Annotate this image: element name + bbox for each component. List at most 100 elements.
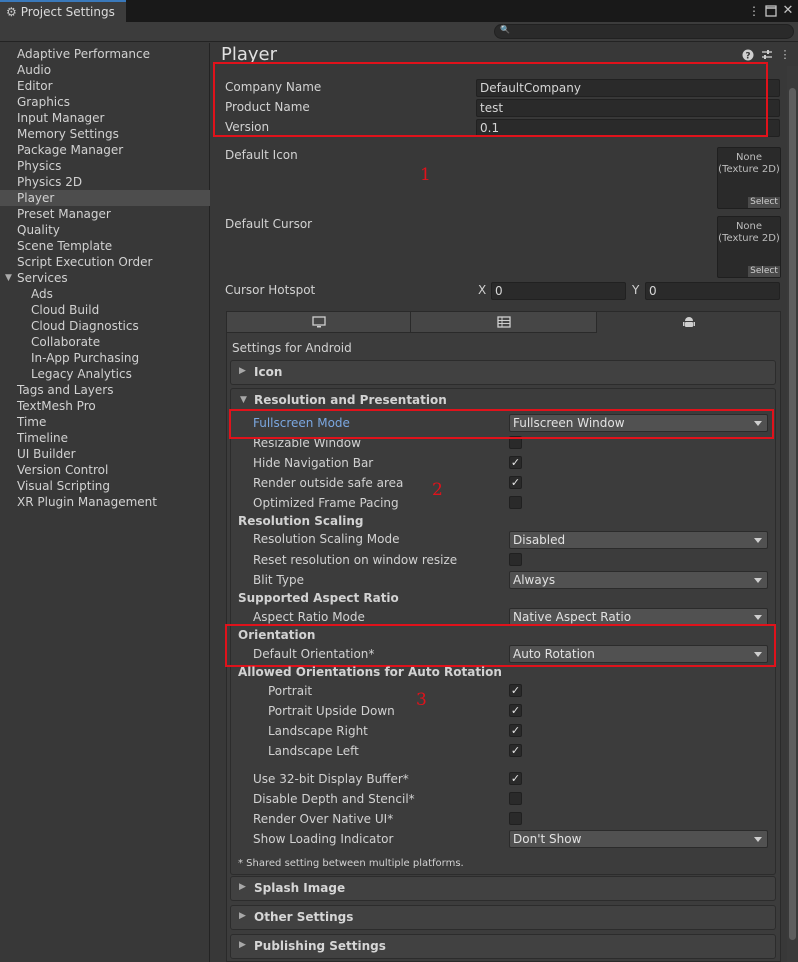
help-icon[interactable]: ? xyxy=(742,49,754,62)
optimized-pacing-label: Optimized Frame Pacing xyxy=(253,496,399,510)
resolution-section-title[interactable]: Resolution and Presentation xyxy=(254,393,447,407)
presets-icon[interactable] xyxy=(761,49,773,61)
sidebar-item-label: Version Control xyxy=(17,463,109,477)
sidebar-item[interactable]: Scene Template xyxy=(0,238,210,254)
hotspot-x-field[interactable]: 0 xyxy=(491,282,626,300)
more-vert-icon[interactable]: ⋮ xyxy=(779,49,791,61)
reset-resolution-checkbox[interactable] xyxy=(509,553,522,566)
select-button[interactable]: Select xyxy=(748,266,780,277)
dropdown-caret-icon xyxy=(754,538,762,543)
hide-nav-bar-checkbox[interactable]: ✓ xyxy=(509,456,522,469)
maximize-icon[interactable] xyxy=(764,2,778,20)
sidebar-item[interactable]: Timeline xyxy=(0,430,210,446)
android-icon xyxy=(597,312,780,335)
aspect-ratio-header: Supported Aspect Ratio xyxy=(238,591,399,605)
default-cursor-label: Default Cursor xyxy=(225,217,313,231)
icon-section-title: Icon xyxy=(254,365,283,379)
sidebar-item-label: Timeline xyxy=(17,431,69,445)
texture-none-text: None xyxy=(735,152,763,163)
landscape-right-checkbox[interactable]: ✓ xyxy=(509,724,522,737)
other-settings-foldout[interactable]: ▶ Other Settings xyxy=(230,905,776,930)
sidebar-item[interactable]: TextMesh Pro xyxy=(0,398,210,414)
sidebar-item-label: Audio xyxy=(17,63,52,77)
annotation-label-3: 3 xyxy=(416,690,427,710)
portrait-checkbox[interactable]: ✓ xyxy=(509,684,522,697)
chevron-down-icon[interactable]: ▼ xyxy=(5,270,12,286)
sidebar-item[interactable]: Collaborate xyxy=(0,334,210,350)
dropdown-caret-icon xyxy=(754,578,762,583)
sidebar-item[interactable]: Memory Settings xyxy=(0,126,210,142)
tab-standalone[interactable] xyxy=(226,311,411,333)
sidebar-item-label: Visual Scripting xyxy=(17,479,110,493)
sidebar-item[interactable]: Version Control xyxy=(0,462,210,478)
default-icon-picker[interactable]: None (Texture 2D) Select xyxy=(717,147,781,209)
loading-indicator-label: Show Loading Indicator xyxy=(253,832,394,846)
annotation-box-1 xyxy=(213,62,768,137)
sidebar-item[interactable]: Physics xyxy=(0,158,210,174)
sidebar-item[interactable]: Legacy Analytics xyxy=(0,366,210,382)
sidebar-item[interactable]: Physics 2D xyxy=(0,174,210,190)
shared-setting-note: * Shared setting between multiple platfo… xyxy=(238,858,464,869)
sidebar-item[interactable]: Package Manager xyxy=(0,142,210,158)
icon-foldout[interactable]: ▶ Icon xyxy=(230,360,776,385)
optimized-pacing-checkbox[interactable] xyxy=(509,496,522,509)
select-button[interactable]: Select xyxy=(748,197,780,208)
blit-type-label: Blit Type xyxy=(253,573,304,587)
render-outside-checkbox[interactable]: ✓ xyxy=(509,476,522,489)
tab-webgl[interactable] xyxy=(410,311,597,333)
blit-type-value: Always xyxy=(513,573,556,587)
sidebar-item-label: Preset Manager xyxy=(17,207,111,221)
more-vert-icon[interactable]: ⋮ xyxy=(747,2,761,20)
aspect-ratio-mode-value: Native Aspect Ratio xyxy=(513,610,632,624)
sidebar-item[interactable]: Cloud Diagnostics xyxy=(0,318,210,334)
sidebar-item-label: Ads xyxy=(31,287,53,301)
scrollbar-thumb[interactable] xyxy=(789,88,796,940)
render-native-ui-checkbox[interactable] xyxy=(509,812,522,825)
scaling-mode-dropdown[interactable]: Disabled xyxy=(509,531,768,549)
sidebar-item[interactable]: Input Manager xyxy=(0,110,210,126)
sidebar-item[interactable]: Editor xyxy=(0,78,210,94)
hotspot-y-field[interactable]: 0 xyxy=(645,282,780,300)
publishing-settings-foldout[interactable]: ▶ Publishing Settings xyxy=(230,934,776,959)
disable-depth-label: Disable Depth and Stencil* xyxy=(253,792,415,806)
sidebar-item[interactable]: Cloud Build xyxy=(0,302,210,318)
disable-depth-checkbox[interactable] xyxy=(509,792,522,805)
landscape-left-checkbox[interactable]: ✓ xyxy=(509,744,522,757)
splash-section-title: Splash Image xyxy=(254,881,346,895)
loading-indicator-dropdown[interactable]: Don't Show xyxy=(509,830,768,848)
sidebar-item-label: TextMesh Pro xyxy=(17,399,96,413)
display-buffer-label: Use 32-bit Display Buffer* xyxy=(253,772,409,786)
tab-android[interactable] xyxy=(596,311,781,333)
chevron-down-icon[interactable]: ▼ xyxy=(240,395,247,405)
portrait-upside-checkbox[interactable]: ✓ xyxy=(509,704,522,717)
sidebar-item[interactable]: ▼ Services xyxy=(0,270,210,286)
search-input[interactable]: 🔍 xyxy=(494,24,794,39)
sidebar-item[interactable]: Script Execution Order xyxy=(0,254,210,270)
sidebar-item-label: Quality xyxy=(17,223,60,237)
sidebar-item[interactable]: UI Builder xyxy=(0,446,210,462)
close-icon[interactable]: ✕ xyxy=(781,2,795,20)
sidebar-item[interactable]: Quality xyxy=(0,222,210,238)
sidebar-item[interactable]: Time xyxy=(0,414,210,430)
display-buffer-checkbox[interactable]: ✓ xyxy=(509,772,522,785)
texture-type-text: (Texture 2D) xyxy=(718,164,780,175)
sidebar-item[interactable]: XR Plugin Management xyxy=(0,494,210,510)
sidebar-item[interactable]: Audio xyxy=(0,62,210,78)
window-tab[interactable]: ⚙ Project Settings xyxy=(0,0,126,22)
reset-resolution-label: Reset resolution on window resize xyxy=(253,553,458,567)
sidebar-item[interactable]: Graphics xyxy=(0,94,210,110)
sidebar-item-label: Legacy Analytics xyxy=(31,367,132,381)
sidebar-item[interactable]: Preset Manager xyxy=(0,206,210,222)
default-cursor-picker[interactable]: None (Texture 2D) Select xyxy=(717,216,781,278)
sidebar-item[interactable]: Tags and Layers xyxy=(0,382,210,398)
sidebar-item[interactable]: Visual Scripting xyxy=(0,478,210,494)
blit-type-dropdown[interactable]: Always xyxy=(509,571,768,589)
splash-image-foldout[interactable]: ▶ Splash Image xyxy=(230,876,776,901)
monitor-icon xyxy=(227,312,410,334)
sidebar-item[interactable]: Player xyxy=(0,190,210,206)
sidebar-item[interactable]: Adaptive Performance xyxy=(0,46,210,62)
sidebar-item-label: UI Builder xyxy=(17,447,76,461)
sidebar-item[interactable]: In-App Purchasing xyxy=(0,350,210,366)
sidebar-item[interactable]: Ads xyxy=(0,286,210,302)
chevron-right-icon: ▶ xyxy=(239,940,246,950)
